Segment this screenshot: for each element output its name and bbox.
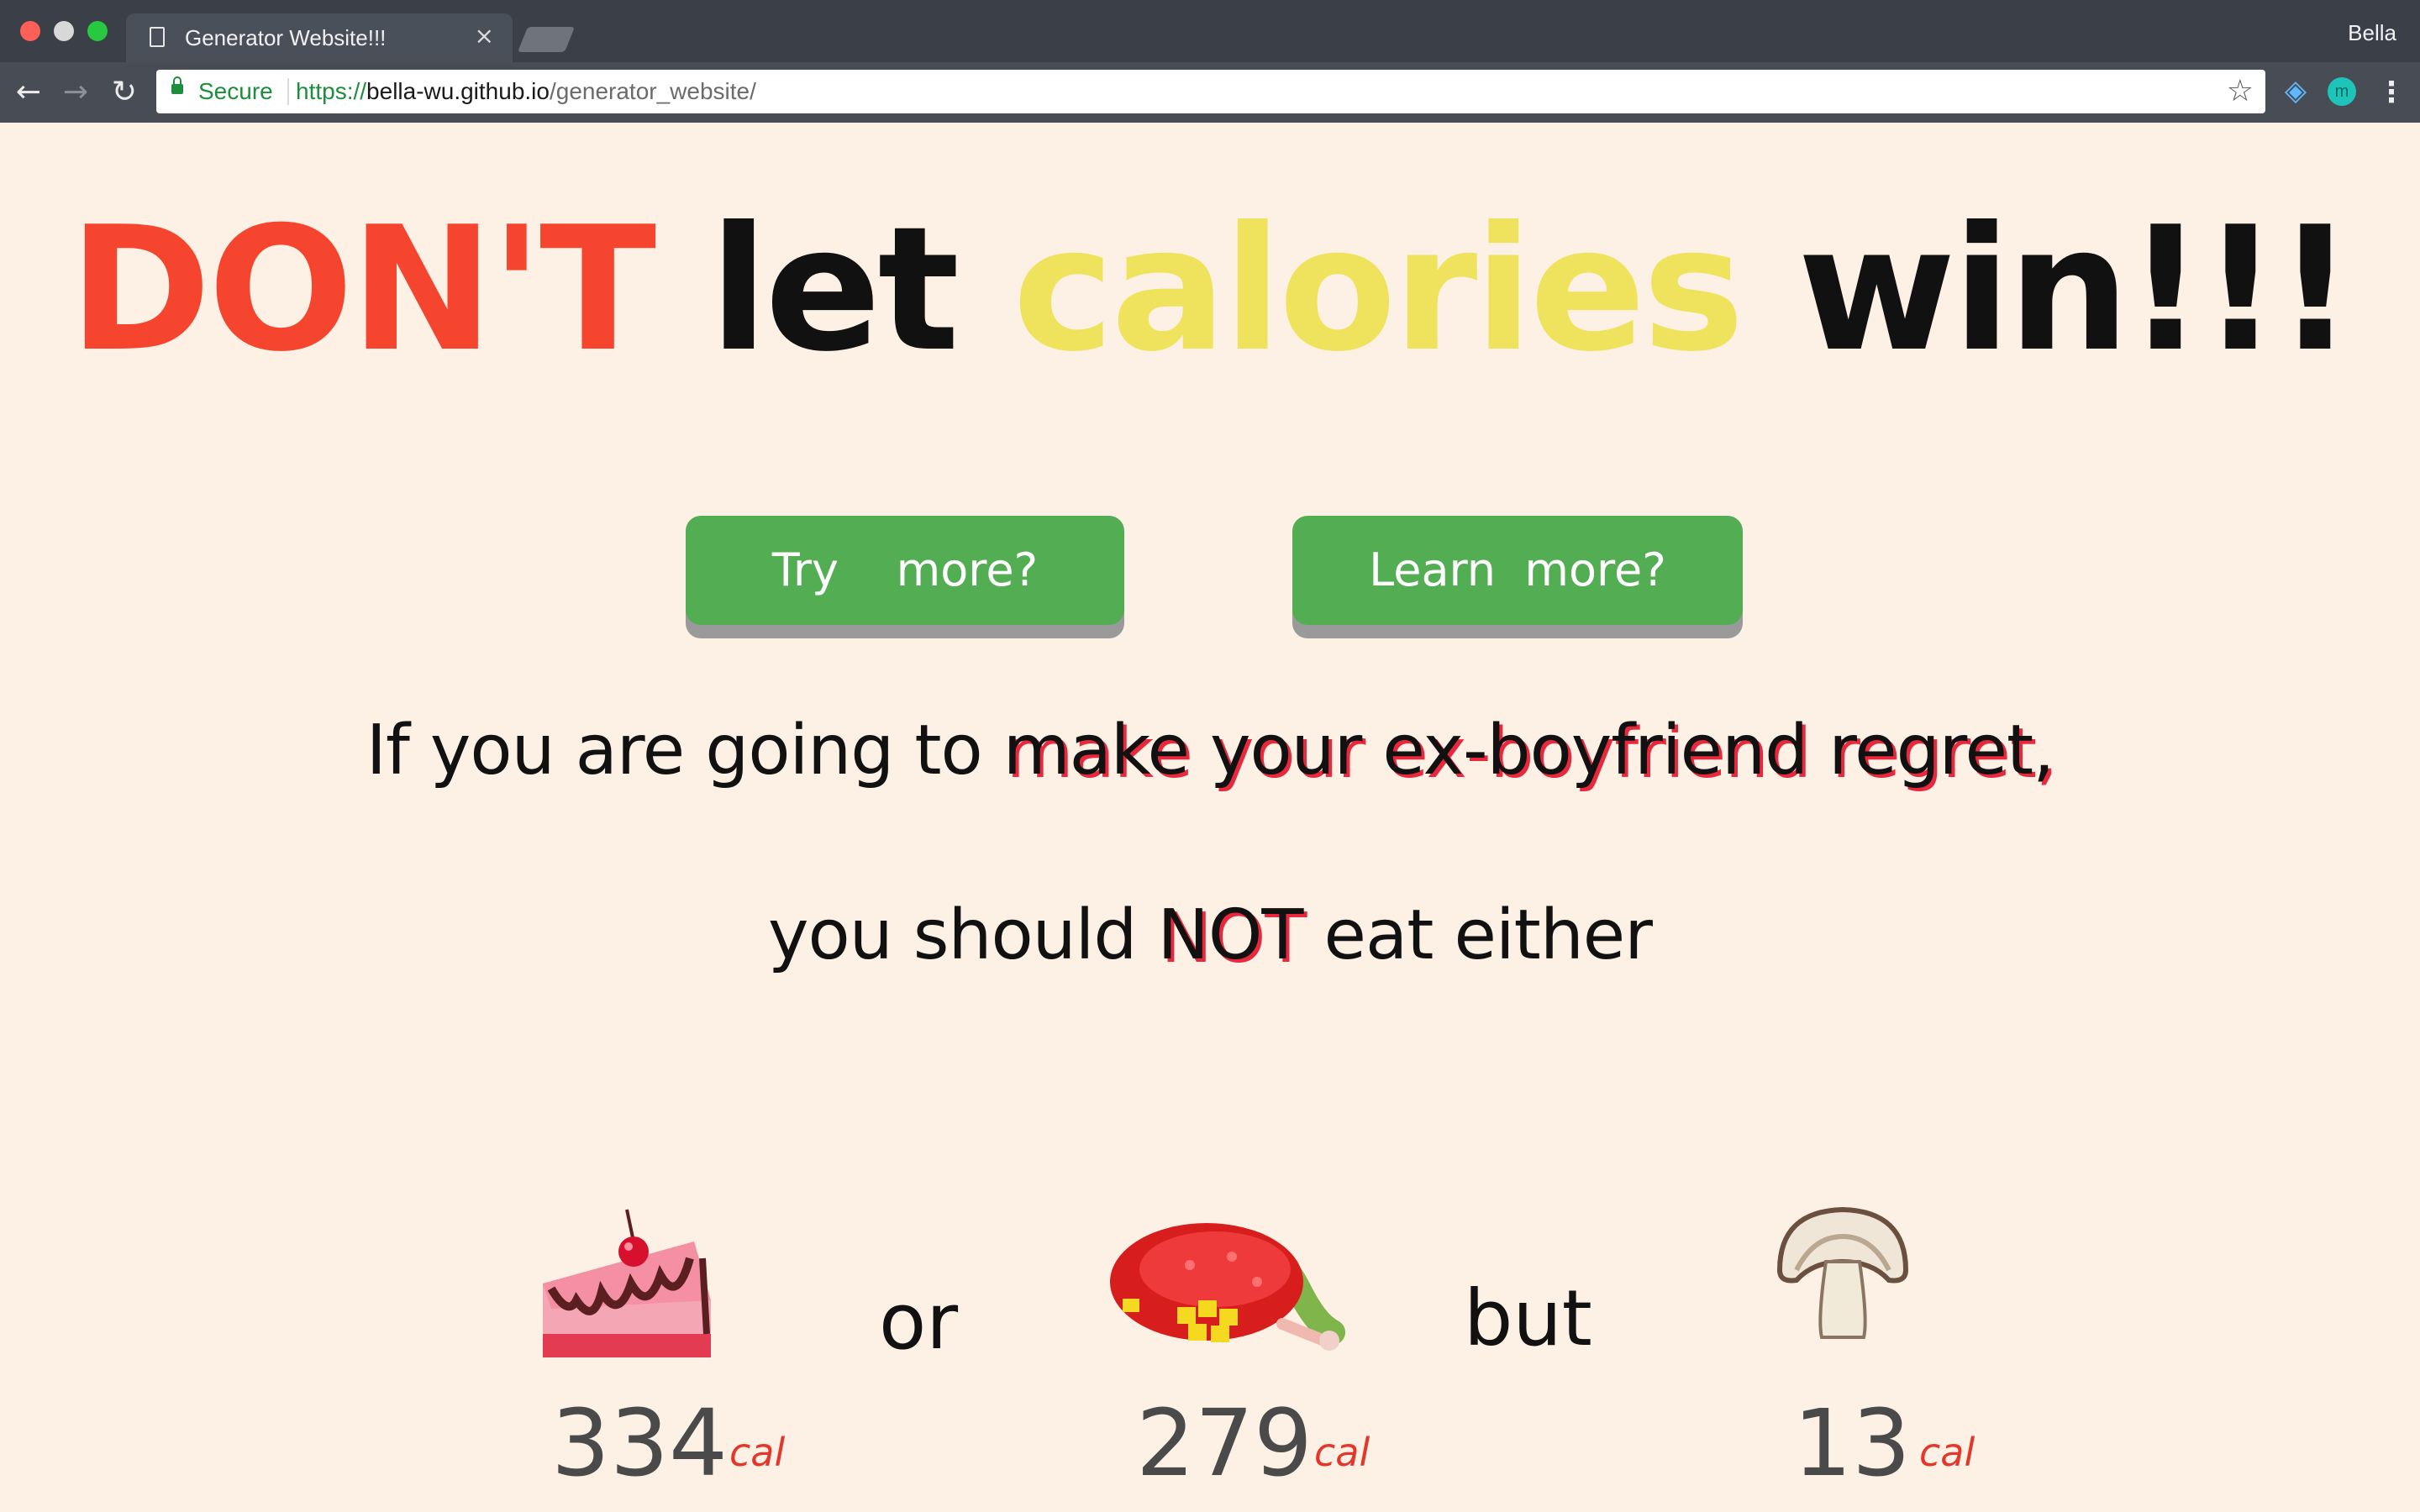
headline: DON'T let calories win!!!: [0, 190, 2420, 391]
url-path: /generator_website/: [549, 78, 756, 104]
forward-arrow-icon[interactable]: →: [55, 69, 96, 116]
star-icon[interactable]: ☆: [2227, 73, 2254, 110]
food-calories-2: 279: [1136, 1389, 1313, 1497]
title-bar: Generator Website!!! × Bella: [0, 0, 2420, 62]
learn-more-button[interactable]: Learn more?: [1292, 516, 1743, 625]
food-calories-1: 334: [551, 1389, 728, 1497]
page-content: DON'T let calories win!!! Try more? Lear…: [0, 123, 2420, 1512]
address-bar-divider: [287, 78, 289, 105]
food-unit-1: cal: [729, 1430, 786, 1475]
cheesecake-icon: [543, 1209, 711, 1357]
mushroom-icon: [1776, 1206, 1909, 1339]
browser-tab[interactable]: Generator Website!!! ×: [126, 13, 513, 62]
close-icon[interactable]: ×: [475, 22, 494, 50]
message-line-2-prefix: you should: [768, 895, 1158, 975]
connector-but: but: [1464, 1273, 1592, 1363]
new-tab-button[interactable]: [517, 27, 576, 52]
maximize-window-button[interactable]: [87, 21, 108, 41]
headline-word-dont: DON'T: [69, 191, 656, 390]
tab-title: Generator Website!!!: [185, 25, 387, 50]
menu-icon[interactable]: ⋮: [2375, 72, 2408, 113]
secure-label: Secure: [198, 78, 273, 104]
message-line-1-prefix: If you are going to: [366, 711, 1003, 790]
connector-or: or: [879, 1277, 959, 1367]
message-line-1-highlight: make your ex-boyfriend regret,: [1002, 711, 2054, 790]
message-line-2-suffix: eat either: [1302, 895, 1653, 975]
document-icon: [150, 27, 165, 47]
message-line-2: you should NOT eat either: [0, 895, 2420, 975]
address-bar[interactable]: Secure https://bella-wu.github.io/genera…: [156, 70, 2265, 113]
browser-toolbar: ← → ↻ Secure https://bella-wu.github.io/…: [0, 62, 2420, 123]
url-host: bella-wu.github.io: [366, 78, 550, 104]
minimize-window-button[interactable]: [54, 21, 74, 41]
url-scheme: https://: [296, 78, 367, 104]
lock-icon: [171, 76, 183, 94]
meat-dish-icon: [1110, 1223, 1345, 1351]
message-line-1: If you are going to make your ex-boyfrie…: [0, 711, 2420, 790]
back-arrow-icon[interactable]: ←: [8, 69, 49, 116]
food-calories-3: 13: [1793, 1389, 1911, 1497]
url-text[interactable]: https://bella-wu.github.io/generator_web…: [296, 78, 756, 105]
food-unit-3: cal: [1919, 1430, 1975, 1475]
headline-word-calories: calories: [1013, 191, 1744, 390]
close-window-button[interactable]: [20, 21, 40, 41]
browser-chrome: Generator Website!!! × Bella ← → ↻ Secur…: [0, 0, 2420, 123]
reload-icon[interactable]: ↻: [104, 69, 145, 116]
gem-extension-icon[interactable]: ◈: [2279, 74, 2312, 108]
headline-word-win: win!!!: [1797, 191, 2354, 390]
m-extension-icon[interactable]: m: [2328, 77, 2356, 106]
profile-name[interactable]: Bella: [2348, 20, 2396, 46]
food-unit-2: cal: [1314, 1430, 1370, 1475]
message-line-2-highlight: NOT: [1157, 895, 1303, 975]
headline-word-let: let: [709, 191, 960, 390]
try-more-button[interactable]: Try more?: [686, 516, 1124, 625]
